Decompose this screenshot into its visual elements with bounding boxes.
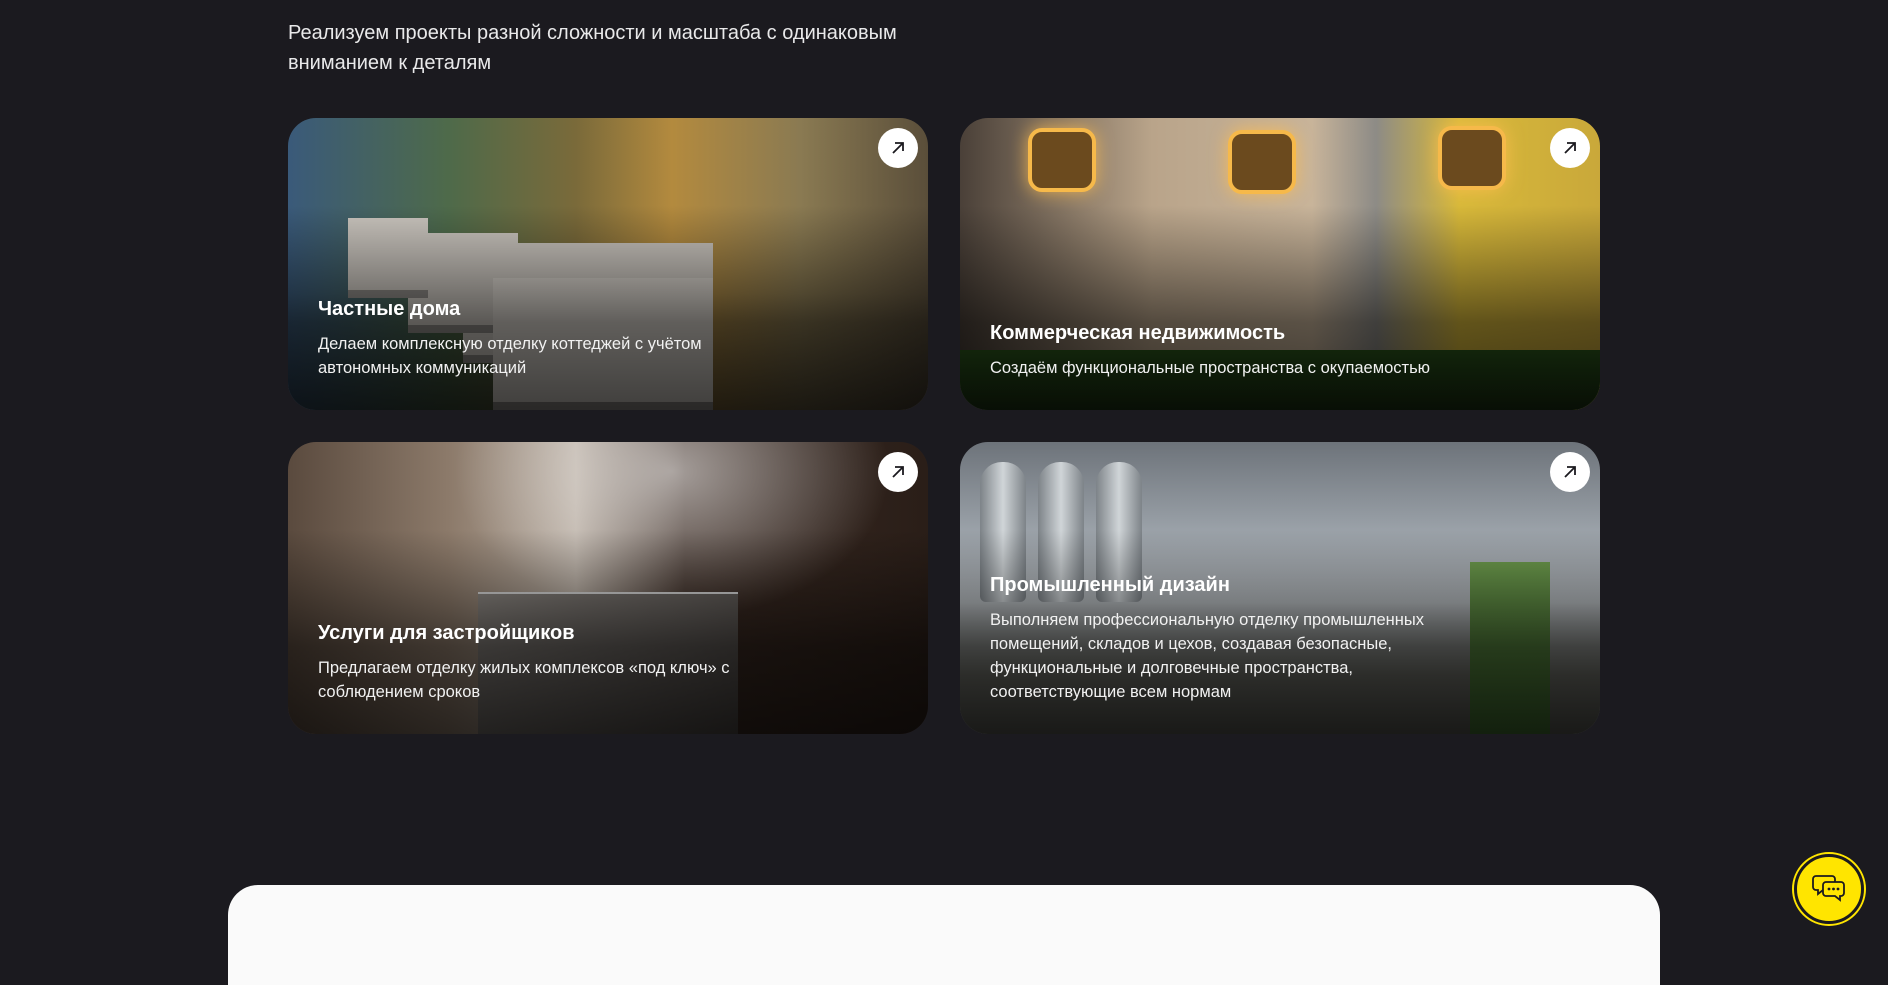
card-private-houses[interactable]: Частные дома Делаем комплексную отделку … [288, 118, 928, 410]
arrow-up-right-icon[interactable] [1550, 128, 1590, 168]
card-title: Коммерческая недвижимость [990, 322, 1286, 344]
card-industrial-design[interactable]: Промышленный дизайн Выполняем профессион… [960, 442, 1600, 734]
chat-bubbles-icon [1812, 872, 1846, 907]
arrow-up-right-icon[interactable] [1550, 452, 1590, 492]
card-title: Частные дома [318, 298, 461, 320]
chat-button[interactable] [1794, 854, 1864, 924]
card-title: Услуги для застройщиков [318, 622, 575, 644]
next-section-panel [228, 885, 1660, 985]
card-commercial-real-estate[interactable]: Коммерческая недвижимость Создаём функци… [960, 118, 1600, 410]
card-description: Предлагаем отделку жилых комплексов «под… [318, 659, 730, 701]
card-developer-services[interactable]: Услуги для застройщиков Предлагаем отдел… [288, 442, 928, 734]
card-description: Делаем комплексную отделку коттеджей с у… [318, 335, 702, 377]
section-intro: Реализуем проекты разной сложности и мас… [288, 22, 897, 74]
arrow-up-right-icon[interactable] [878, 452, 918, 492]
arrow-up-right-icon[interactable] [878, 128, 918, 168]
card-description: Выполняем профессиональную отделку промы… [990, 611, 1424, 701]
card-description: Создаём функциональные пространства с ок… [990, 359, 1431, 377]
card-title: Промышленный дизайн [990, 574, 1230, 596]
